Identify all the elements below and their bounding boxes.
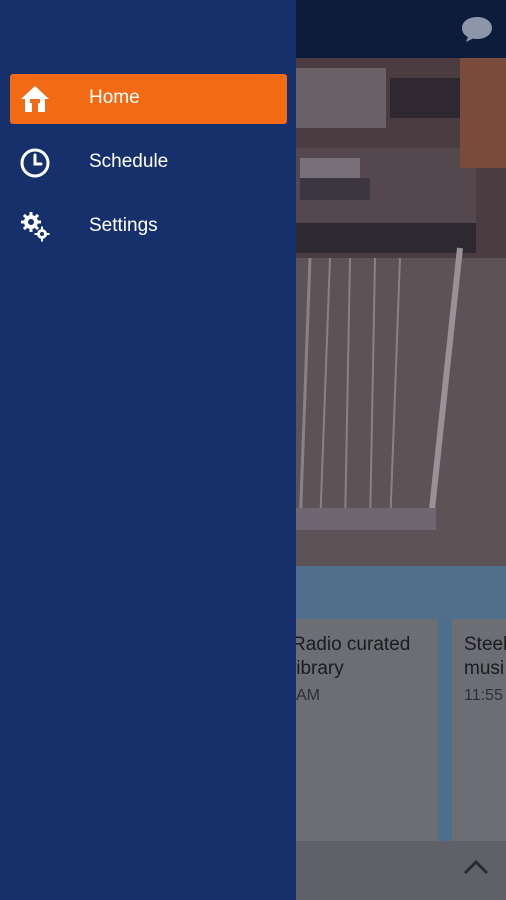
chevron-up-icon <box>463 859 489 875</box>
feed-card-title: Steel musi <box>464 634 506 679</box>
feed-card-time: 11:55 <box>464 687 503 704</box>
scroll-to-top-button[interactable] <box>462 858 490 876</box>
feed-card-title: Radio curated library <box>292 634 411 679</box>
nav-item-label: Settings <box>89 215 158 236</box>
nav-item-schedule[interactable]: Schedule <box>10 138 287 188</box>
nav-item-home[interactable]: Home <box>10 74 287 124</box>
nav-item-settings[interactable]: Settings <box>10 202 287 252</box>
chat-bubble-icon <box>462 17 492 42</box>
home-icon <box>19 83 51 115</box>
nav-item-label: Home <box>89 87 140 108</box>
chat-button[interactable] <box>460 14 494 44</box>
feed-card-time: AM <box>296 687 320 704</box>
clock-icon <box>19 147 51 179</box>
gears-icon <box>19 211 51 243</box>
nav-item-label: Schedule <box>89 151 169 172</box>
navigation-drawer: Home Schedule Settings <box>0 0 296 900</box>
